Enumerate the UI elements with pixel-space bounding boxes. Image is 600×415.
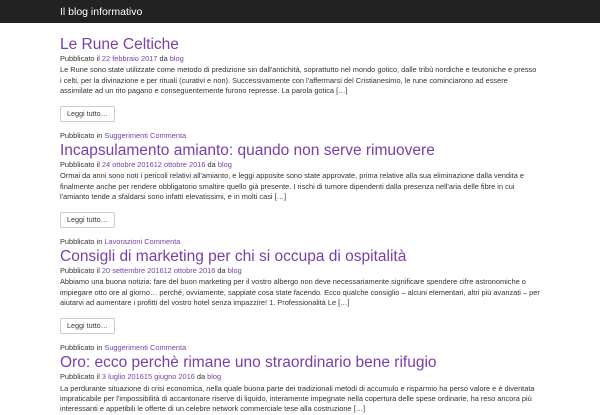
meta-by: da bbox=[207, 160, 216, 170]
read-more-button[interactable]: Leggi tutto… bbox=[60, 105, 115, 122]
post-excerpt: Le Rune sono state utilizzate come metod… bbox=[60, 65, 537, 96]
top-navbar: Il blog informativo bbox=[0, 0, 600, 23]
post-date-link[interactable]: 24 ottobre 201612 ottobre 2016 bbox=[102, 160, 206, 169]
post-date-link[interactable]: 20 settembre 201612 ottobre 2016 bbox=[102, 266, 215, 275]
post: Pubblicato in Lavorazioni Commenta Consi… bbox=[60, 237, 540, 334]
read-more-button[interactable]: Leggi tutto… bbox=[60, 317, 115, 334]
post-date-link[interactable]: 22 febbraio 2017 bbox=[102, 54, 157, 63]
post-category-line: Pubblicato in Suggerimenti Commenta bbox=[60, 131, 540, 141]
post-category-link[interactable]: Lavorazioni bbox=[104, 237, 142, 246]
post: Pubblicato in Suggerimenti Commenta Oro:… bbox=[60, 343, 540, 415]
post-title[interactable]: Le Rune Celtiche bbox=[60, 35, 540, 54]
category-prefix: Pubblicato in bbox=[60, 130, 103, 140]
post-meta: Pubblicato il 20 settembre 201612 ottobr… bbox=[60, 266, 540, 276]
post-author-link[interactable]: blog bbox=[207, 372, 221, 381]
post: Le Rune Celtiche Pubblicato il 22 febbra… bbox=[60, 35, 540, 122]
post-list: Le Rune Celtiche Pubblicato il 22 febbra… bbox=[0, 35, 540, 415]
post-excerpt: La perdurante situazione di crisi econom… bbox=[60, 383, 535, 414]
post-author-link[interactable]: blog bbox=[170, 54, 184, 63]
post-title[interactable]: Consigli di marketing per chi si occupa … bbox=[60, 247, 540, 266]
post-comment-link[interactable]: Commenta bbox=[150, 131, 186, 140]
post-excerpt: Ormai da anni sono noti i pericoli relat… bbox=[60, 171, 524, 202]
category-prefix: Pubblicato in bbox=[60, 236, 103, 246]
post-category-link[interactable]: Suggerimenti bbox=[104, 343, 148, 352]
post-author-link[interactable]: blog bbox=[218, 160, 232, 169]
post-category-link[interactable]: Suggerimenti bbox=[104, 131, 148, 140]
post-excerpt: Abbiamo una buona notizia: fare del buon… bbox=[60, 277, 540, 308]
post-category-line: Pubblicato in Lavorazioni Commenta bbox=[60, 237, 540, 247]
meta-prefix: Pubblicato il bbox=[60, 266, 100, 276]
meta-prefix: Pubblicato il bbox=[60, 160, 100, 170]
post-comment-link[interactable]: Commenta bbox=[144, 237, 180, 246]
post-title[interactable]: Incapsulamento amianto: quando non serve… bbox=[60, 141, 540, 160]
post: Pubblicato in Suggerimenti Commenta Inca… bbox=[60, 131, 540, 228]
post-meta: Pubblicato il 24 ottobre 201612 ottobre … bbox=[60, 160, 540, 170]
read-more-button[interactable]: Leggi tutto… bbox=[60, 211, 115, 228]
site-brand[interactable]: Il blog informativo bbox=[60, 6, 142, 18]
post-comment-link[interactable]: Commenta bbox=[150, 343, 186, 352]
meta-by: da bbox=[217, 266, 226, 276]
post-category-line: Pubblicato in Suggerimenti Commenta bbox=[60, 343, 540, 353]
meta-prefix: Pubblicato il bbox=[60, 372, 100, 382]
post-meta: Pubblicato il 22 febbraio 2017 da blog bbox=[60, 54, 540, 64]
post-author-link[interactable]: blog bbox=[228, 266, 242, 275]
post-date-link[interactable]: 3 luglio 201615 giugno 2016 bbox=[102, 372, 195, 381]
post-title[interactable]: Oro: ecco perchè rimane uno straordinari… bbox=[60, 353, 540, 372]
meta-prefix: Pubblicato il bbox=[60, 54, 100, 63]
meta-by: da bbox=[159, 54, 168, 63]
meta-by: da bbox=[196, 372, 206, 382]
category-prefix: Pubblicato in bbox=[60, 342, 103, 352]
post-meta: Pubblicato il 3 luglio 201615 giugno 201… bbox=[60, 372, 540, 382]
